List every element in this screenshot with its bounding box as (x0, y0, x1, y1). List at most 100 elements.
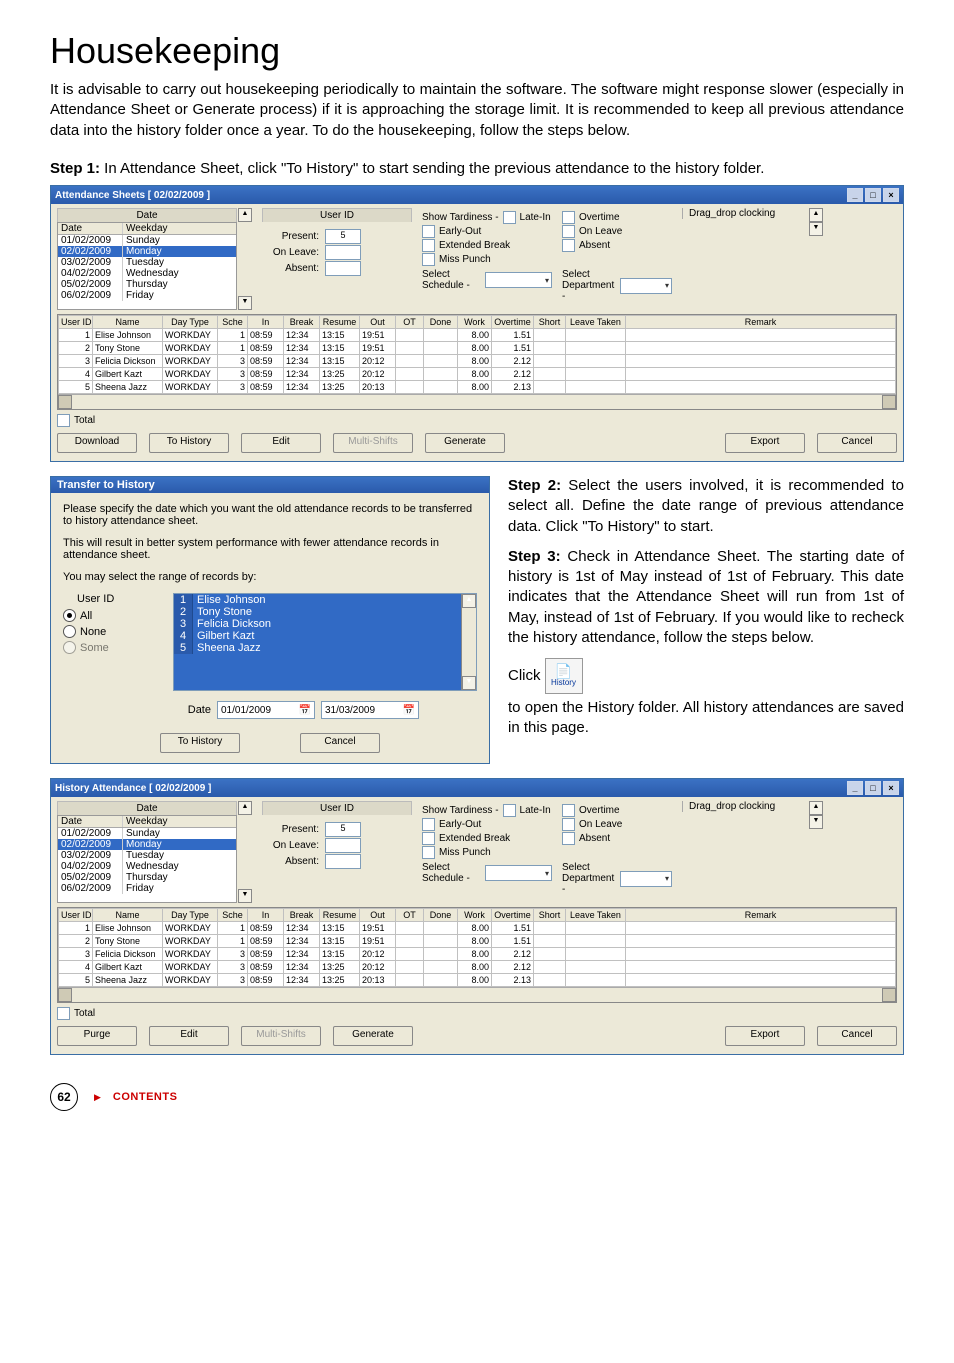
maximize-icon[interactable]: □ (865, 188, 881, 202)
export-button[interactable]: Export (725, 1026, 805, 1046)
misspunch-checkbox[interactable] (422, 846, 435, 859)
date-row[interactable]: 05/02/2009Thursday (58, 872, 236, 883)
col-header[interactable]: Short (534, 909, 566, 922)
drag-scroll-up-icon[interactable]: ▲ (809, 801, 823, 815)
col-header[interactable]: Resume (320, 316, 360, 329)
earlyout-checkbox[interactable] (422, 818, 435, 831)
col-header[interactable]: Sche (218, 909, 248, 922)
list-item[interactable]: 5Sheena Jazz (174, 642, 476, 654)
generate-button[interactable]: Generate (333, 1026, 413, 1046)
date-row[interactable]: 06/02/2009Friday (58, 883, 236, 894)
tohistory-button[interactable]: To History (149, 433, 229, 453)
cancel-button[interactable]: Cancel (817, 1026, 897, 1046)
history-toolbar-button[interactable]: History (545, 658, 583, 694)
col-header[interactable]: User ID (59, 909, 93, 922)
table-row[interactable]: 1Elise JohnsonWORKDAY108:5912:3413:1519:… (59, 329, 896, 342)
dlg-cancel-button[interactable]: Cancel (300, 733, 380, 753)
history-grid[interactable]: User IDNameDay TypeScheInBreakResumeOut O… (57, 907, 897, 1003)
col-header[interactable]: In (248, 909, 284, 922)
list-item[interactable]: 3Felicia Dickson (174, 618, 476, 630)
col-header[interactable]: In (248, 316, 284, 329)
date-row[interactable]: 01/02/2009Sunday (58, 235, 236, 246)
user-list[interactable]: 1Elise Johnson2Tony Stone3Felicia Dickso… (173, 593, 477, 691)
drag-scroll-up-icon[interactable]: ▲ (809, 208, 823, 222)
table-row[interactable]: 5Sheena JazzWORKDAY308:5912:3413:2520:13… (59, 974, 896, 987)
col-header[interactable]: Work (458, 909, 492, 922)
userlist-down-icon[interactable]: ▼ (462, 676, 476, 690)
userlist-up-icon[interactable]: ▲ (462, 594, 476, 608)
multishifts-button[interactable]: Multi-Shifts (241, 1026, 321, 1046)
table-row[interactable]: 3Felicia DicksonWORKDAY308:5912:3413:152… (59, 355, 896, 368)
overtime-checkbox[interactable] (562, 804, 575, 817)
radio-some[interactable] (63, 641, 76, 654)
multishifts-button[interactable]: Multi-Shifts (333, 433, 413, 453)
col-header[interactable]: Overtime (492, 909, 534, 922)
col-header[interactable]: Leave Taken (566, 909, 626, 922)
overtime-checkbox[interactable] (562, 211, 575, 224)
col-header[interactable]: Break (284, 909, 320, 922)
col-header[interactable]: OT (396, 316, 424, 329)
calendar-icon[interactable]: 📅 (403, 705, 415, 716)
schedule-combo[interactable] (485, 272, 552, 288)
date-row[interactable]: 02/02/2009Monday (58, 839, 236, 850)
latein-checkbox[interactable] (503, 804, 516, 817)
col-header[interactable]: Work (458, 316, 492, 329)
date-row[interactable]: 02/02/2009Monday (58, 246, 236, 257)
radio-all[interactable] (63, 609, 76, 622)
date-row[interactable]: 05/02/2009Thursday (58, 279, 236, 290)
grid-hscroll[interactable] (58, 987, 896, 1002)
table-row[interactable]: 4Gilbert KaztWORKDAY308:5912:3413:2520:1… (59, 368, 896, 381)
export-button[interactable]: Export (725, 433, 805, 453)
download-button[interactable]: Download (57, 433, 137, 453)
date-row[interactable]: 03/02/2009Tuesday (58, 257, 236, 268)
dept-combo[interactable] (620, 871, 672, 887)
col-header[interactable]: Leave Taken (566, 316, 626, 329)
absent-checkbox[interactable] (562, 239, 575, 252)
date-to-input[interactable]: 31/03/2009📅 (321, 701, 419, 719)
table-row[interactable]: 4Gilbert KaztWORKDAY308:5912:3413:2520:1… (59, 961, 896, 974)
col-header[interactable]: User ID (59, 316, 93, 329)
dlg-tohistory-button[interactable]: To History (160, 733, 240, 753)
col-header[interactable]: Out (360, 316, 396, 329)
col-header[interactable]: Overtime (492, 316, 534, 329)
list-item[interactable]: 4Gilbert Kazt (174, 630, 476, 642)
radio-none[interactable] (63, 625, 76, 638)
col-header[interactable]: Remark (626, 909, 896, 922)
col-header[interactable]: Out (360, 909, 396, 922)
date-row[interactable]: 01/02/2009Sunday (58, 828, 236, 839)
onleave-checkbox[interactable] (562, 225, 575, 238)
list-item[interactable]: 1Elise Johnson (174, 594, 476, 606)
purge-button[interactable]: Purge (57, 1026, 137, 1046)
maximize-icon[interactable]: □ (865, 781, 881, 795)
table-row[interactable]: 5Sheena JazzWORKDAY308:5912:3413:2520:13… (59, 381, 896, 394)
misspunch-checkbox[interactable] (422, 253, 435, 266)
grid-hscroll[interactable] (58, 394, 896, 409)
col-header[interactable]: Day Type (163, 909, 218, 922)
generate-button[interactable]: Generate (425, 433, 505, 453)
absent-checkbox[interactable] (562, 832, 575, 845)
latein-checkbox[interactable] (503, 211, 516, 224)
table-row[interactable]: 3Felicia DicksonWORKDAY308:5912:3413:152… (59, 948, 896, 961)
table-row[interactable]: 1Elise JohnsonWORKDAY108:5912:3413:1519:… (59, 922, 896, 935)
scroll-up-icon[interactable]: ▲ (238, 801, 252, 815)
col-header[interactable]: Name (93, 316, 163, 329)
col-header[interactable]: Short (534, 316, 566, 329)
col-header[interactable]: Done (424, 909, 458, 922)
minimize-icon[interactable]: _ (847, 188, 863, 202)
attendance-grid[interactable]: User IDNameDay TypeScheInBreakResumeOutO… (57, 314, 897, 410)
col-header[interactable]: Name (93, 909, 163, 922)
table-row[interactable]: 2Tony StoneWORKDAY108:5912:3413:1519:518… (59, 342, 896, 355)
col-header[interactable]: Break (284, 316, 320, 329)
date-row[interactable]: 04/02/2009Wednesday (58, 268, 236, 279)
minimize-icon[interactable]: _ (847, 781, 863, 795)
schedule-combo[interactable] (485, 865, 552, 881)
list-item[interactable]: 2Tony Stone (174, 606, 476, 618)
close-icon[interactable]: × (883, 188, 899, 202)
col-header[interactable]: Resume (320, 909, 360, 922)
scroll-down-icon[interactable]: ▼ (238, 889, 252, 903)
scroll-up-icon[interactable]: ▲ (238, 208, 252, 222)
date-row[interactable]: 06/02/2009Friday (58, 290, 236, 301)
calendar-icon[interactable]: 📅 (299, 705, 311, 716)
extbreak-checkbox[interactable] (422, 832, 435, 845)
dept-combo[interactable] (620, 278, 672, 294)
